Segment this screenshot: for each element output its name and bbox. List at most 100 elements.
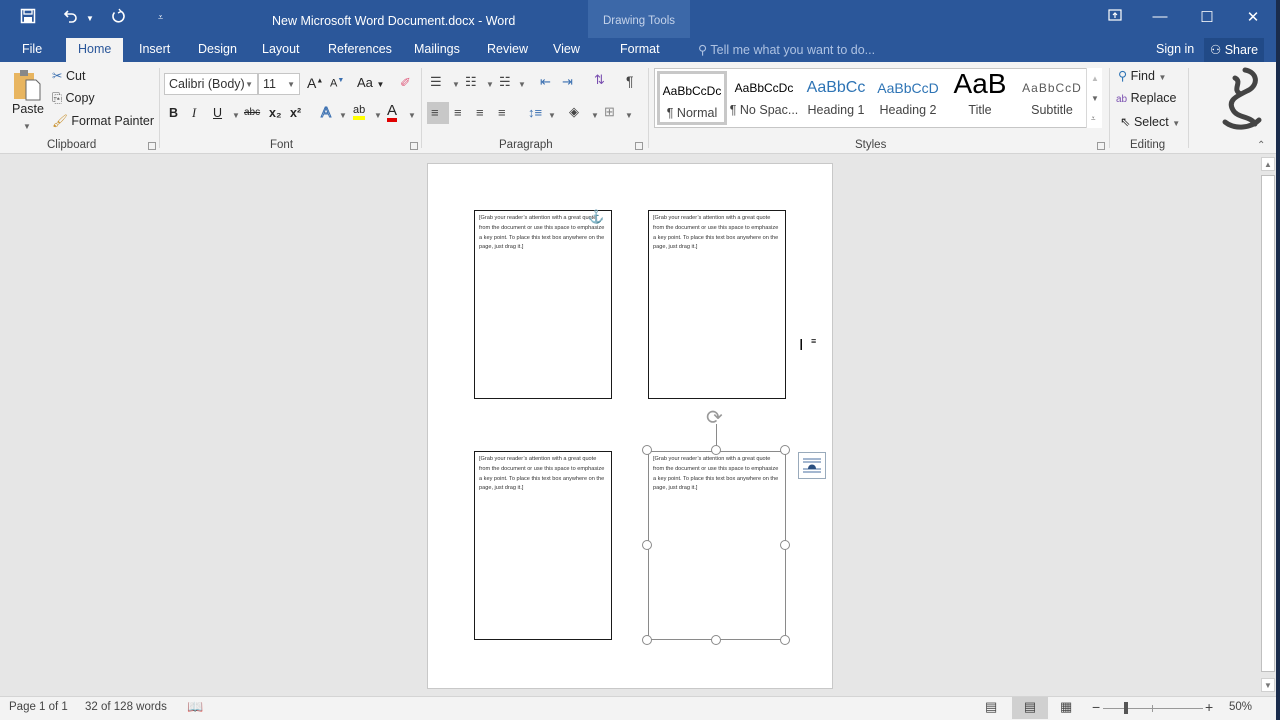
underline-button[interactable]: U bbox=[213, 106, 222, 120]
text-box-1[interactable]: [Grab your reader’s attention with a gre… bbox=[474, 210, 612, 399]
styles-gallery-scroll[interactable]: ▲ ▼ ⩡ bbox=[1086, 68, 1102, 128]
text-box-3[interactable]: [Grab your reader’s attention with a gre… bbox=[474, 451, 612, 640]
collapse-ribbon-icon[interactable]: ⌃ bbox=[1257, 140, 1265, 151]
sign-in-link[interactable]: Sign in bbox=[1156, 42, 1194, 56]
resize-handle-w[interactable] bbox=[642, 540, 652, 550]
customize-qat-icon[interactable]: ⩡ bbox=[158, 12, 163, 23]
paste-icon[interactable] bbox=[12, 68, 42, 105]
gallery-down-icon[interactable]: ▼ bbox=[1091, 94, 1099, 103]
style-normal[interactable]: AaBbCcDc ¶ Normal bbox=[657, 71, 727, 125]
zoom-in-button[interactable]: + bbox=[1205, 699, 1213, 715]
print-layout-icon[interactable]: ▤ bbox=[1012, 697, 1048, 719]
subscript-button[interactable]: x₂ bbox=[269, 106, 282, 120]
paste-button[interactable]: Paste bbox=[12, 102, 44, 116]
anchor-icon[interactable]: ⚓ bbox=[588, 209, 604, 225]
change-case-button[interactable]: Aa ▼ bbox=[357, 75, 384, 90]
font-name-combo[interactable]: Calibri (Body) ▼ bbox=[164, 73, 258, 95]
close-button[interactable]: ✕ bbox=[1238, 8, 1268, 26]
rotate-handle-icon[interactable]: ⟳ bbox=[706, 405, 723, 430]
text-box-2[interactable]: [Grab your reader’s attention with a gre… bbox=[648, 210, 786, 399]
tab-references[interactable]: References bbox=[328, 42, 392, 56]
text-box-content[interactable]: [Grab your reader’s attention with a gre… bbox=[479, 215, 604, 250]
select-button[interactable]: ⇖ Select ▼ bbox=[1120, 114, 1180, 129]
resize-handle-se[interactable] bbox=[780, 635, 790, 645]
resize-handle-n[interactable] bbox=[711, 445, 721, 455]
tab-file[interactable]: File bbox=[22, 42, 42, 56]
paragraph-launcher[interactable] bbox=[635, 142, 643, 150]
align-right-icon[interactable]: ≡ bbox=[476, 105, 484, 120]
cut-button[interactable]: ✂ Cut bbox=[52, 68, 85, 83]
superscript-button[interactable]: x² bbox=[290, 106, 301, 120]
chevron-down-icon[interactable]: ▼ bbox=[591, 111, 599, 120]
align-center-icon[interactable]: ≡ bbox=[454, 105, 462, 120]
zoom-slider-thumb[interactable] bbox=[1124, 702, 1128, 714]
font-launcher[interactable] bbox=[410, 142, 418, 150]
style-no-spacing[interactable]: AaBbCcDc ¶ No Spac... bbox=[729, 71, 799, 125]
save-icon[interactable] bbox=[20, 8, 36, 28]
decrease-indent-icon[interactable]: ⇤ bbox=[540, 74, 551, 90]
style-heading-1[interactable]: AaBbCc Heading 1 bbox=[801, 71, 871, 125]
zoom-slider-track[interactable] bbox=[1103, 708, 1203, 709]
line-spacing-icon[interactable]: ↕≡ bbox=[528, 105, 542, 120]
increase-indent-icon[interactable]: ⇥ bbox=[562, 74, 573, 90]
grow-font-button[interactable]: A▲ bbox=[307, 75, 323, 91]
italic-button[interactable]: I bbox=[192, 106, 196, 121]
bold-button[interactable]: B bbox=[169, 106, 178, 120]
maximize-button[interactable]: ☐ bbox=[1192, 8, 1222, 26]
tab-mailings[interactable]: Mailings bbox=[414, 42, 460, 56]
chevron-down-icon[interactable]: ▼ bbox=[486, 80, 494, 89]
gallery-more-icon[interactable]: ⩡ bbox=[1091, 114, 1096, 124]
shading-icon[interactable]: ◈ bbox=[569, 104, 579, 120]
tab-review[interactable]: Review bbox=[487, 42, 528, 56]
resize-handle-ne[interactable] bbox=[780, 445, 790, 455]
tab-design[interactable]: Design bbox=[198, 42, 237, 56]
highlight-dropdown-icon[interactable]: ▼ bbox=[374, 111, 382, 120]
multilevel-list-icon[interactable]: ☵ bbox=[499, 74, 511, 90]
tab-home[interactable]: Home bbox=[66, 38, 124, 62]
numbering-icon[interactable]: ☷ bbox=[465, 74, 477, 90]
align-left-icon[interactable]: ≡ bbox=[427, 102, 449, 124]
text-effects-dropdown-icon[interactable]: ▼ bbox=[339, 111, 347, 120]
tab-format[interactable]: Format bbox=[620, 42, 660, 56]
borders-icon[interactable]: ⊞ bbox=[604, 104, 615, 120]
sort-icon[interactable]: ⇅ bbox=[594, 72, 605, 88]
format-painter-button[interactable]: 🖌 Format Painter bbox=[52, 114, 154, 129]
replace-button[interactable]: ab Replace bbox=[1116, 91, 1176, 105]
ribbon-display-options-icon[interactable] bbox=[1100, 8, 1130, 25]
web-layout-icon[interactable]: ▦ bbox=[1060, 699, 1072, 715]
chevron-down-icon[interactable]: ▼ bbox=[548, 111, 556, 120]
styles-launcher[interactable] bbox=[1097, 142, 1105, 150]
highlight-button[interactable]: ab bbox=[353, 104, 366, 120]
font-size-combo[interactable]: 11 ▼ bbox=[258, 73, 300, 95]
redo-icon[interactable] bbox=[110, 8, 126, 28]
underline-dropdown-icon[interactable]: ▼ bbox=[232, 111, 240, 120]
bullets-icon[interactable]: ☰ bbox=[430, 74, 442, 90]
undo-icon[interactable] bbox=[62, 8, 78, 28]
style-title[interactable]: AaB Title bbox=[945, 71, 1015, 125]
proofing-icon[interactable]: 📖 bbox=[187, 699, 203, 715]
tab-layout[interactable]: Layout bbox=[262, 42, 300, 56]
undo-dropdown-icon[interactable]: ▼ bbox=[86, 14, 94, 23]
layout-options-button[interactable] bbox=[798, 452, 826, 479]
read-mode-icon[interactable]: ▤ bbox=[985, 699, 997, 715]
chevron-down-icon[interactable]: ▼ bbox=[518, 80, 526, 89]
zoom-level[interactable]: 50% bbox=[1229, 701, 1252, 713]
justify-icon[interactable]: ≡ bbox=[498, 105, 506, 120]
resize-handle-nw[interactable] bbox=[642, 445, 652, 455]
chevron-down-icon[interactable]: ▼ bbox=[625, 111, 633, 120]
gallery-up-icon[interactable]: ▲ bbox=[1091, 74, 1099, 83]
text-box-content[interactable]: [Grab your reader’s attention with a gre… bbox=[479, 456, 604, 491]
chevron-down-icon[interactable]: ▼ bbox=[452, 80, 460, 89]
strikethrough-button[interactable]: abc bbox=[244, 107, 260, 118]
scroll-thumb[interactable] bbox=[1261, 175, 1275, 672]
scroll-down-icon[interactable]: ▼ bbox=[1261, 678, 1275, 692]
text-box-content[interactable]: [Grab your reader’s attention with a gre… bbox=[653, 215, 778, 250]
style-heading-2[interactable]: AaBbCcD Heading 2 bbox=[873, 71, 943, 125]
clear-formatting-icon[interactable]: ✐ bbox=[400, 75, 411, 91]
find-button[interactable]: ⚲ Find ▼ bbox=[1118, 68, 1166, 83]
tab-view[interactable]: View bbox=[553, 42, 580, 56]
shrink-font-button[interactable]: A▼ bbox=[330, 77, 344, 90]
text-effects-button[interactable]: A bbox=[320, 104, 331, 122]
clipboard-launcher[interactable] bbox=[148, 142, 156, 150]
zoom-out-button[interactable]: − bbox=[1092, 699, 1100, 715]
